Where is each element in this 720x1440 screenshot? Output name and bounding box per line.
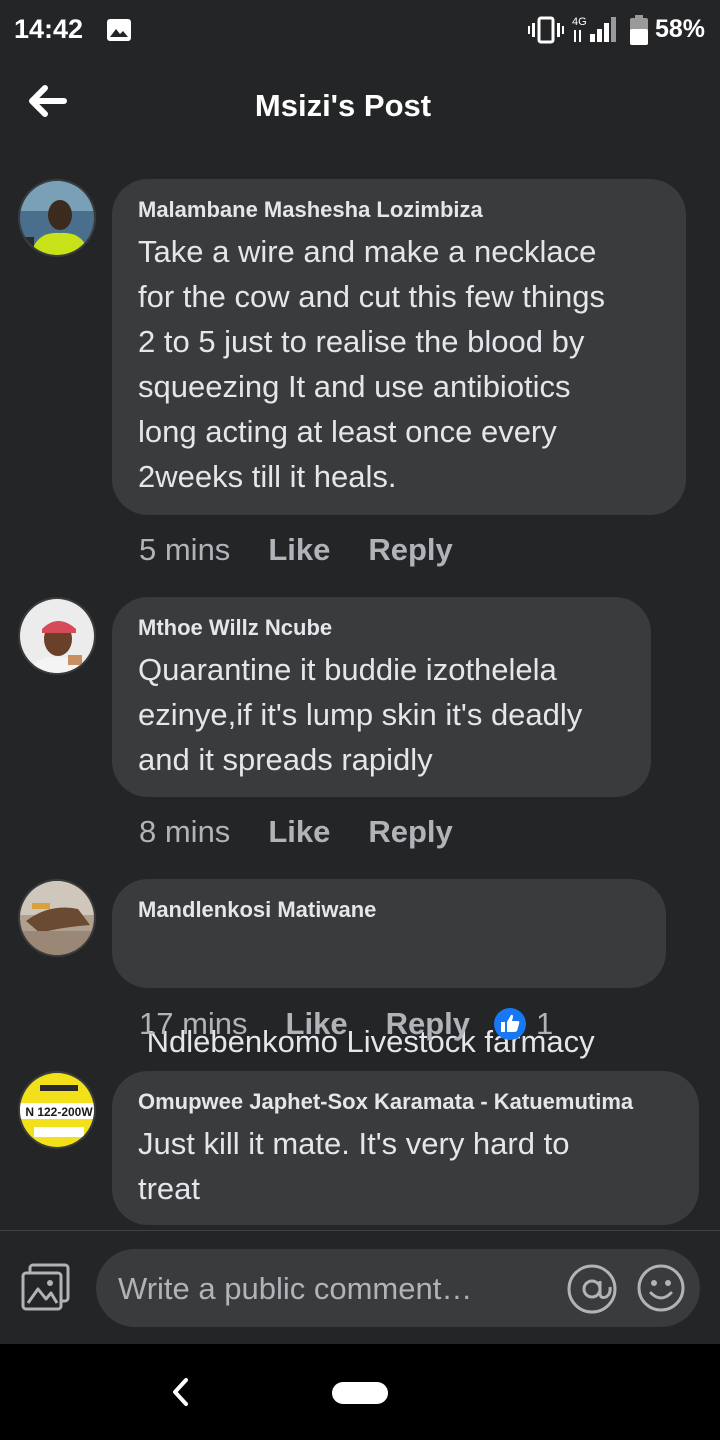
comment-author[interactable]: Malambane Mashesha Lozimbiza [138,195,660,225]
like-button[interactable]: Like [268,532,330,568]
comment-input[interactable]: Write a public comment… [96,1249,700,1327]
like-button[interactable]: Like [268,814,330,850]
screen: 14:42 4G 58% Msizi's Post Malambane Mash… [0,0,720,1440]
comment-time[interactable]: 17 mins [139,1006,248,1042]
reply-button[interactable]: Reply [386,1006,470,1042]
avatar[interactable]: N 122-200W [18,1071,96,1149]
comment-meta: 5 mins Like Reply [139,530,453,568]
comment-text: Quarantine it buddie izothelela ezinye,i… [138,652,583,777]
comment-bubble[interactable]: Mandlenkosi Matiwane Ndlebenkomo Livesto… [112,879,666,1059]
at-icon[interactable] [566,1263,618,1315]
comment-text: Take a wire and make a necklace for the … [138,234,605,494]
reaction-count: 1 [536,1005,554,1041]
avatar[interactable] [18,879,96,957]
svg-text:N 122-200W: N 122-200W [25,1105,93,1119]
vibrate-icon [528,16,564,44]
battery-percent: 58% [655,15,706,43]
photo-icon[interactable] [20,1263,72,1313]
home-pill-icon[interactable] [332,1382,388,1404]
comment-meta: 8 mins Like Reply [139,812,453,850]
status-bar: 14:42 4G 58% [0,0,720,62]
comment-author[interactable]: Mandlenkosi Matiwane [138,895,640,925]
comment-bubble[interactable]: Mthoe Willz Ncube Quarantine it buddie i… [112,597,651,797]
comment-placeholder: Write a public comment… [118,1271,473,1306]
nav-back-icon[interactable] [168,1374,192,1410]
emoji-icon[interactable] [636,1263,686,1313]
page-title: Msizi's Post [254,88,432,123]
gallery-icon [107,19,131,41]
like-button[interactable]: Like [286,1006,348,1042]
reply-button[interactable]: Reply [368,532,452,568]
battery-icon [630,15,648,45]
system-nav-bar [0,1344,720,1440]
reply-button[interactable]: Reply [368,814,452,850]
avatar[interactable] [18,179,96,257]
comment-bubble[interactable]: Malambane Mashesha Lozimbiza Take a wire… [112,179,686,515]
comment-bubble[interactable]: Omupwee Japhet-Sox Karamata - Katuemutim… [112,1071,699,1225]
like-reaction-icon[interactable] [494,1007,526,1040]
status-time: 14:42 [14,14,84,44]
avatar[interactable] [18,597,96,675]
app-bar: Msizi's Post [0,62,720,162]
comment-time[interactable]: 8 mins [139,814,230,850]
signal-icon: 4G [572,16,616,42]
comment-meta: 17 mins Like Reply 1 [139,1004,553,1042]
comment-author[interactable]: Omupwee Japhet-Sox Karamata - Katuemutim… [138,1087,673,1117]
comment-text: Just kill it mate. It's very hard to tre… [138,1126,570,1206]
svg-text:4G: 4G [572,16,587,28]
comment-author[interactable]: Mthoe Willz Ncube [138,613,625,643]
comment-composer: Write a public comment… [0,1230,720,1344]
comment-time[interactable]: 5 mins [139,532,230,568]
